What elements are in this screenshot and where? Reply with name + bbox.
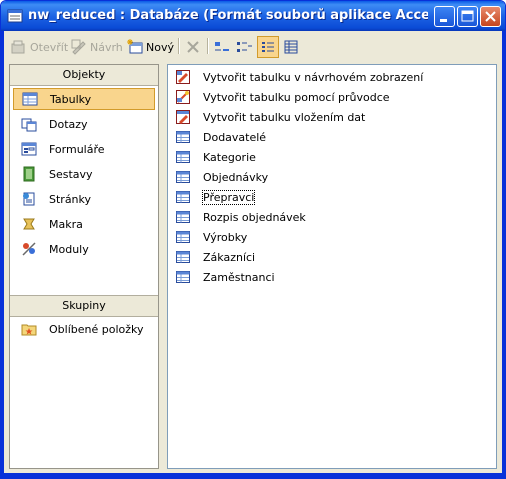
window-frame-left (1, 31, 4, 475)
new-icon (127, 39, 143, 54)
table-icon (176, 271, 190, 283)
window-title: nw_reduced : Databáze (Formát souborů ap… (28, 8, 428, 23)
open-icon (11, 40, 25, 54)
table-icon (176, 151, 190, 163)
small-icons-button[interactable] (235, 36, 253, 58)
objects-item-queries[interactable]: Dotazy (13, 113, 155, 135)
toolbar: Otevřít Návrh Nový (5, 34, 501, 60)
list-item-table[interactable]: Dodavatelé (176, 128, 266, 146)
list-item-table[interactable]: Kategorie (176, 148, 256, 166)
list-item-label: Kategorie (203, 150, 256, 164)
report-icon (23, 166, 35, 182)
objects-item-label: Formuláře (49, 142, 105, 156)
list-item-label: Objednávky (203, 170, 269, 184)
small-icons-view-icon (237, 42, 252, 52)
create-table-data-icon (176, 110, 190, 124)
list-item-table[interactable]: Zaměstnanci (176, 268, 275, 286)
list-item-label: Výrobky (203, 230, 248, 244)
delete-icon (187, 41, 199, 53)
table-icon (22, 92, 38, 106)
list-item-table[interactable]: Zákazníci (176, 248, 255, 266)
macro-icon (23, 218, 35, 230)
objects-header[interactable]: Objekty (10, 65, 158, 86)
list-item-label: Zaměstnanci (203, 270, 275, 284)
list-item-label: Vytvořit tabulku vložením dat (203, 110, 366, 124)
list-item-label: Dodavatelé (203, 130, 267, 144)
objects-item-modules[interactable]: Moduly (13, 238, 155, 260)
groups-item-favorites[interactable]: Oblíbené položky (13, 318, 155, 340)
list-item-table[interactable]: Objednávky (176, 168, 268, 186)
details-view-icon (284, 40, 298, 54)
objects-item-pages[interactable]: Stránky (13, 188, 155, 210)
list-item-create-wizard[interactable]: Vytvořit tabulku pomocí průvodce (176, 88, 390, 106)
objects-item-label: Tabulky (50, 92, 92, 106)
objects-item-macros[interactable]: Makra (13, 213, 155, 235)
table-icon (176, 131, 190, 143)
details-view-button[interactable] (283, 36, 299, 58)
open-button[interactable]: Otevřít (11, 36, 68, 58)
design-button[interactable]: Návrh (71, 36, 123, 58)
list-item-table[interactable]: Rozpis objednávek (176, 208, 306, 226)
create-table-wizard-icon (176, 90, 190, 104)
objects-item-forms[interactable]: Formuláře (13, 138, 155, 160)
objects-item-label: Moduly (49, 242, 89, 256)
objects-item-label: Dotazy (49, 117, 88, 131)
form-icon (21, 142, 37, 156)
objects-item-label: Stránky (49, 192, 92, 206)
minimize-icon (440, 19, 447, 22)
toolbar-separator (178, 38, 180, 54)
list-item-table[interactable]: Přepravci (176, 188, 256, 206)
groups-header[interactable]: Skupiny (10, 295, 158, 317)
list-item-label: Přepravci (201, 189, 256, 205)
design-label: Návrh (90, 40, 123, 54)
large-icons-view-icon (215, 42, 229, 51)
list-item-label: Rozpis objednávek (203, 210, 306, 224)
create-table-design-icon (176, 70, 190, 84)
table-icon (176, 191, 190, 203)
objects-bar: Objekty Tabulky Dotazy Formuláře Sestavy… (9, 64, 159, 469)
object-list: Vytvořit tabulku v návrhovém zobrazení V… (167, 64, 497, 469)
database-app-icon (7, 9, 23, 23)
close-icon (485, 11, 496, 22)
module-icon (22, 242, 36, 256)
list-item-table[interactable]: Výrobky (176, 228, 247, 246)
maximize-icon (461, 10, 474, 22)
window-frame-bottom (1, 473, 505, 478)
open-label: Otevřít (30, 40, 69, 54)
query-icon (21, 118, 37, 132)
objects-item-tables[interactable]: Tabulky (13, 88, 155, 110)
list-item-label: Zákazníci (203, 250, 256, 264)
design-icon (71, 39, 86, 55)
objects-item-reports[interactable]: Sestavy (13, 163, 155, 185)
table-icon (176, 251, 190, 263)
delete-button[interactable] (185, 36, 201, 58)
list-view-button[interactable] (257, 36, 279, 58)
database-client-area: Objekty Tabulky Dotazy Formuláře Sestavy… (5, 61, 501, 473)
list-item-label: Vytvořit tabulku pomocí průvodce (203, 90, 390, 104)
table-icon (176, 231, 190, 243)
toolbar-separator (207, 38, 209, 54)
database-window: nw_reduced : Databáze (Formát souborů ap… (0, 0, 506, 479)
new-label: Nový (146, 40, 174, 54)
window-frame-right (502, 31, 505, 475)
minimize-button[interactable] (434, 6, 455, 27)
list-item-create-data[interactable]: Vytvořit tabulku vložením dat (176, 108, 365, 126)
list-item-label: Vytvořit tabulku v návrhovém zobrazení (203, 70, 424, 84)
title-bar[interactable]: nw_reduced : Databáze (Formát souborů ap… (1, 1, 505, 31)
objects-item-label: Makra (49, 217, 83, 231)
table-icon (176, 171, 190, 183)
table-icon (176, 211, 190, 223)
objects-item-label: Sestavy (49, 167, 93, 181)
list-item-create-design[interactable]: Vytvořit tabulku v návrhovém zobrazení (176, 68, 423, 86)
page-icon (23, 192, 35, 206)
groups-item-label: Oblíbené položky (49, 322, 144, 336)
favorites-folder-icon (21, 324, 37, 336)
large-icons-button[interactable] (213, 36, 231, 58)
list-view-icon (262, 42, 274, 52)
maximize-button[interactable] (457, 6, 478, 27)
new-button[interactable]: Nový (127, 36, 174, 58)
close-button[interactable] (480, 6, 501, 27)
